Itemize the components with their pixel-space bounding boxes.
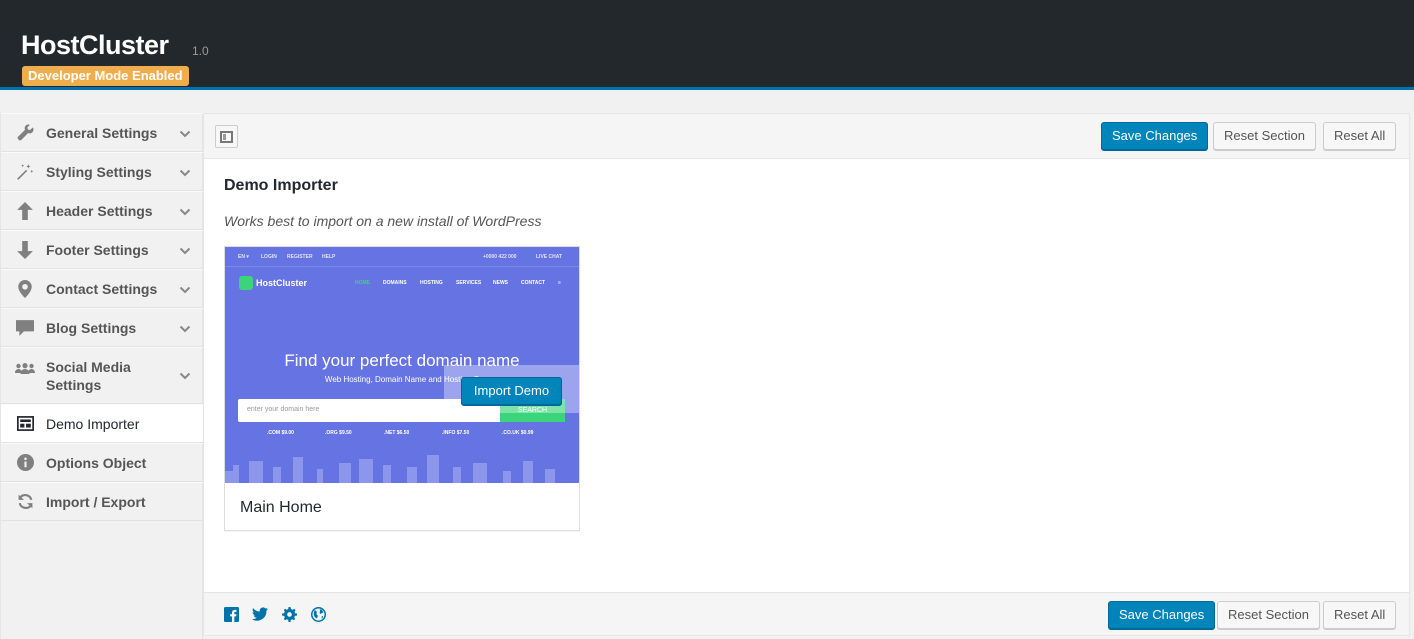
demo-preview-text: HostCluster [256,278,308,288]
demo-preview-image: EN ▾ LOGIN REGISTER HELP +0000 422 000 L… [225,247,579,483]
demo-menu-icon: ≡ [558,280,561,286]
sidebar-item-blog-settings[interactable]: Blog Settings [1,308,203,347]
demo-preview-text: .INFO $7.50 [442,430,470,436]
layout-icon [15,415,35,433]
developer-mode-badge: Developer Mode Enabled [22,66,189,86]
chevron-down-icon [179,283,191,295]
chevron-down-icon [179,322,191,334]
sidebar-item-footer-settings[interactable]: Footer Settings [1,230,203,269]
refresh-icon [15,493,35,511]
speech-bubble-icon [15,319,35,337]
save-changes-button[interactable]: Save Changes [1101,122,1209,150]
demo-preview-text: HOSTING [420,280,443,286]
sidebar-item-label: Options Object [46,454,147,471]
sidebar-item-label: General Settings [46,124,158,141]
chevron-down-icon [179,127,191,139]
reset-section-button[interactable]: Reset Section [1213,122,1316,150]
twitter-icon[interactable] [252,606,268,622]
sidebar-item-label: Social Media Settings [46,359,131,393]
demo-preview-text: EN ▾ [238,254,249,260]
sidebar-item-label: Import / Export [46,493,146,510]
demo-preview-text: NEWS [493,280,508,286]
sidebar-item-label: Blog Settings [46,319,137,336]
sidebar-item-demo-importer[interactable]: Demo Importer [1,404,203,443]
demo-preview-logo: HostCluster [239,276,307,290]
demo-preview-text: .CO.UK $0.99 [502,430,534,436]
demo-preview-text: .COM $9.00 [267,430,294,436]
demo-preview-text: +0000 422 000 [483,254,517,260]
demo-preview-topbar: EN ▾ LOGIN REGISTER HELP +0000 422 000 L… [225,247,579,267]
sidebar-item-general-settings[interactable]: General Settings [1,113,203,152]
app-title: HostCluster [21,30,169,60]
section-title: Demo Importer [224,177,338,194]
sidebar-item-header-settings[interactable]: Header Settings [1,191,203,230]
top-toolbar: Save Changes Reset Section Reset All [204,114,1409,159]
sidebar-item-options-object[interactable]: Options Object [1,443,203,482]
demo-preview-text: LIVE CHAT [536,254,563,260]
sidebar-item-contact-settings[interactable]: Contact Settings [1,269,203,308]
chevron-down-icon [179,205,191,217]
bottom-toolbar: Save Changes Reset Section Reset All [204,592,1409,635]
demo-preview-text: REGISTER [287,254,313,260]
sidebar-item-label: Header Settings [46,202,153,219]
gear-icon[interactable] [281,606,297,622]
demo-skyline-graphic [225,455,555,483]
expand-options-button[interactable] [215,125,238,148]
chevron-down-icon [179,244,191,256]
demo-preview-text: .ORG $9.50 [325,430,352,436]
demo-preview-text: enter your domain here [247,406,320,413]
info-icon [15,454,35,472]
reset-all-button[interactable]: Reset All [1323,601,1397,629]
reset-section-button[interactable]: Reset Section [1217,601,1320,629]
demo-card: EN ▾ LOGIN REGISTER HELP +0000 422 000 L… [224,246,580,531]
settings-panel: Save Changes Reset Section Reset All Dem… [203,113,1410,636]
import-demo-button[interactable]: Import Demo [461,377,562,405]
wrench-icon [15,124,35,142]
location-pin-icon [15,279,35,298]
sidebar-item-label: Styling Settings [46,163,152,180]
demo-preview-text: HELP [322,254,336,260]
sidebar-item-label: Footer Settings [46,241,149,258]
section-description: Works best to import on a new install of… [224,213,542,229]
sidebar-item-label: Contact Settings [46,280,158,297]
arrow-down-icon [15,240,35,259]
arrow-up-icon [15,201,35,220]
sidebar-item-label: Demo Importer [46,415,140,432]
chevron-down-icon [179,166,191,178]
demo-preview-text: .NET $6.50 [384,430,410,436]
expand-icon [220,130,233,143]
header-spacer [0,93,1414,113]
reset-all-button[interactable]: Reset All [1323,122,1397,150]
users-icon [15,360,35,378]
demo-preview-text: DOMAINS [383,280,407,286]
demo-logo-mark [239,276,253,290]
demo-preview-text: SERVICES [456,280,482,286]
sidebar-item-import-export[interactable]: Import / Export [1,482,203,521]
save-changes-button[interactable]: Save Changes [1108,601,1216,629]
settings-sidebar: General Settings Styling Settings Header… [0,113,203,639]
demo-preview-text: CONTACT [521,280,546,286]
demo-name: Main Home [240,499,322,516]
demo-preview-text: LOGIN [261,254,277,260]
magic-wand-icon [15,163,35,181]
chevron-down-icon [179,369,191,381]
facebook-icon[interactable] [223,606,239,622]
admin-header: HostCluster 1.0 Developer Mode Enabled [0,0,1414,90]
sidebar-item-social-media-settings[interactable]: Social Media Settings [1,347,203,404]
globe-icon[interactable] [310,606,326,622]
demo-preview-text: HOME [355,280,370,286]
app-version: 1.0 [192,44,209,58]
sidebar-item-styling-settings[interactable]: Styling Settings [1,152,203,191]
